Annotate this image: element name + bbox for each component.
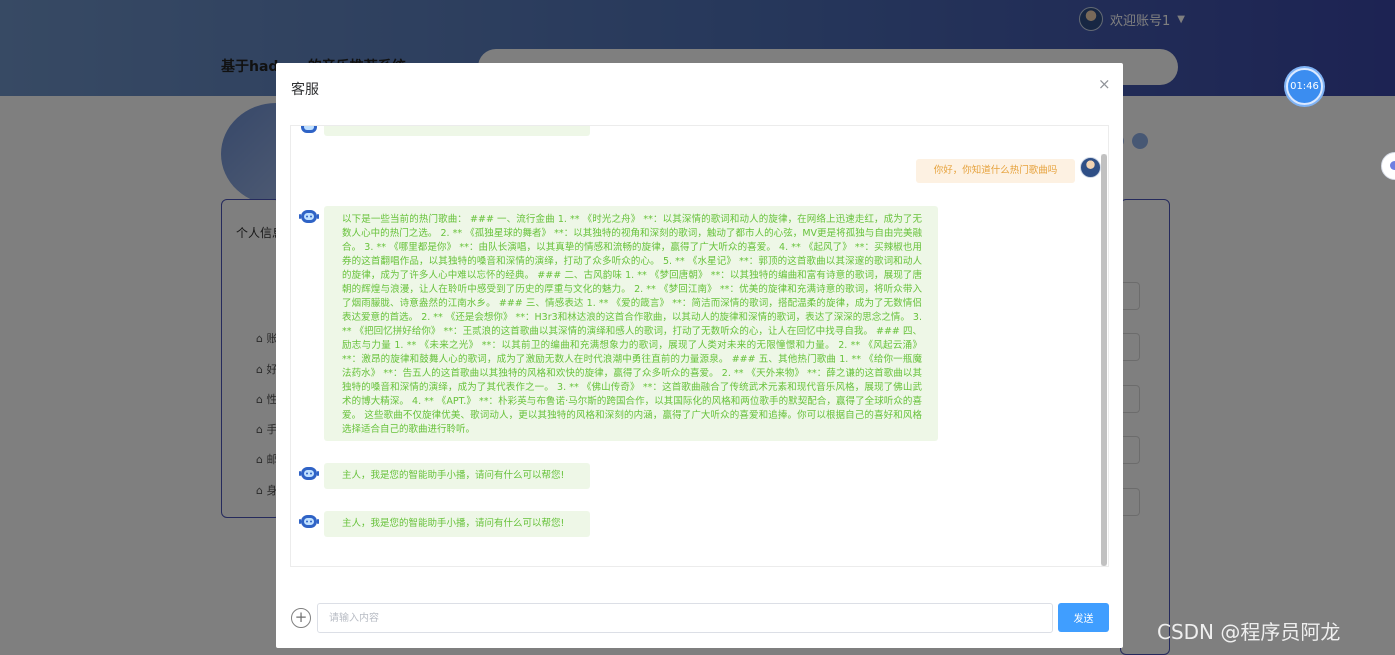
plus-circle-icon[interactable]: + (291, 608, 311, 628)
message-input[interactable] (317, 603, 1053, 633)
bot-message: 主人，我是您的智能助手小播，请问有什么可以帮您! (324, 463, 590, 489)
robot-icon (299, 515, 319, 528)
message-input-row: + 发送 (291, 603, 1109, 633)
watermark: CSDN @程序员阿龙 (1157, 620, 1341, 644)
user-message: 你好，你知道什么热门歌曲吗 (916, 159, 1075, 183)
send-button[interactable]: 发送 (1058, 603, 1109, 632)
bot-message: 以下是一些当前的热门歌曲： ### 一、流行金曲 1. ** 《时光之舟》 **… (324, 206, 938, 441)
robot-icon (301, 126, 317, 133)
customer-service-dialog: 客服 × 你好，你知道什么热门歌曲吗 以下是一些当前的热门歌曲： ### 一、流… (276, 63, 1123, 648)
user-avatar-icon (1080, 157, 1101, 178)
bot-message: 主人，我是您的智能助手小播，请问有什么可以帮您! (324, 511, 590, 537)
robot-icon (299, 467, 319, 480)
timer-badge[interactable]: 01:46 (1286, 68, 1323, 105)
close-icon[interactable]: × (1098, 75, 1111, 93)
dialog-title: 客服 (291, 82, 319, 98)
scrollbar-thumb[interactable] (1101, 154, 1107, 566)
chat-history[interactable]: 你好，你知道什么热门歌曲吗 以下是一些当前的热门歌曲： ### 一、流行金曲 1… (290, 125, 1109, 567)
robot-icon (299, 210, 319, 223)
bot-message-prev (324, 126, 590, 136)
